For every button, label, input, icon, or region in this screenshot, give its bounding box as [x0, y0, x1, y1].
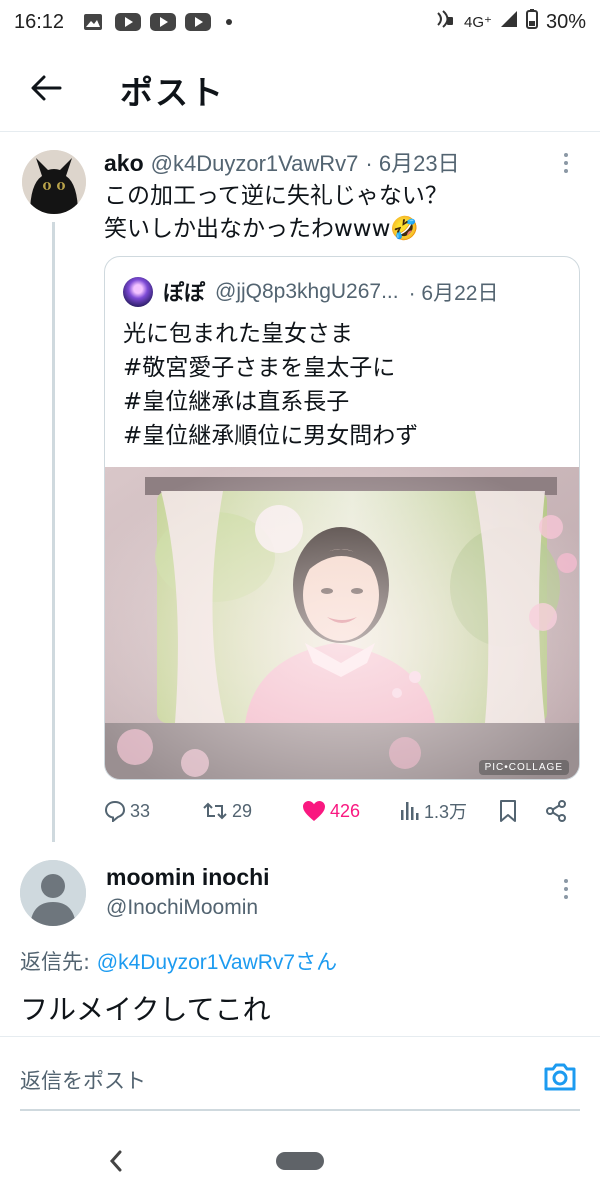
tweet-text: この加工って逆に失礼じゃない？ 笑いしか出なかったわwww🤣: [104, 180, 574, 246]
camera-icon: [544, 1063, 576, 1091]
quoted-text: 光に包まれた皇女さま #敬宮愛子さまを皇太子に #皇位継承は直系長子 #皇位継承…: [123, 317, 563, 453]
app-header: ポスト: [0, 44, 600, 132]
tweet-text-line: 笑いしか出なかったわwww🤣: [104, 216, 420, 242]
reply-compose-bar: 返信をポスト: [0, 1036, 600, 1111]
views-button[interactable]: 1.3万: [400, 794, 467, 828]
notification-dot-icon: [226, 19, 233, 25]
gallery-icon: [80, 12, 106, 32]
reply-count: 33: [130, 800, 151, 821]
like-count: 426: [330, 800, 361, 821]
author-handle[interactable]: @k4Duyzor1VawRv7: [151, 151, 359, 176]
quoted-avatar: [123, 277, 153, 307]
like-button[interactable]: 426: [302, 794, 360, 828]
input-underline: [20, 1109, 580, 1111]
repost-button[interactable]: 29: [202, 794, 252, 828]
avatar[interactable]: [22, 150, 86, 214]
reply-text: フルメイクしてこれ: [20, 993, 271, 1026]
quoted-image[interactable]: PIC•COLLAGE: [105, 467, 579, 779]
bookmark-icon: [500, 800, 516, 822]
quoted-date: · 6月22日: [408, 282, 499, 305]
camera-button[interactable]: [542, 1061, 578, 1095]
repost-count: 29: [232, 800, 253, 821]
reply-author-handle[interactable]: @InochiMoomin: [106, 896, 258, 920]
youtube-icon: [115, 12, 142, 32]
system-back-button[interactable]: [104, 1148, 128, 1174]
quoted-text-line: 光に包まれた皇女さま: [123, 321, 353, 347]
more-dots-icon: [564, 153, 568, 157]
quoted-text-line[interactable]: #皇位継承は直系長子: [123, 385, 563, 419]
arrow-left-icon: [31, 75, 62, 101]
bookmark-button[interactable]: [498, 794, 518, 828]
nfc-icon: [434, 9, 456, 35]
quoted-text-line[interactable]: #皇位継承順位に男女問わず: [123, 419, 563, 453]
youtube-icon: [185, 12, 212, 32]
views-icon: [401, 802, 419, 820]
status-bar: 16:12 4G⁺ 30%: [0, 0, 600, 44]
repost-icon: [203, 802, 227, 820]
share-button[interactable]: [544, 794, 568, 828]
quoted-tweet[interactable]: ぽぽ @jjQ8p3khgU267... · 6月22日 光に包まれた皇女さま …: [104, 256, 580, 780]
views-count: 1.3万: [424, 802, 468, 822]
quoted-header: ぽぽ @jjQ8p3khgU267... · 6月22日: [123, 277, 573, 307]
network-type: 4G⁺: [464, 14, 492, 31]
quoted-text-line[interactable]: #敬宮愛子さまを皇太子に: [123, 351, 563, 385]
share-icon: [546, 800, 566, 822]
heart-filled-icon: [303, 801, 325, 821]
thread-line: [52, 222, 55, 842]
more-options-button[interactable]: [556, 874, 576, 904]
youtube-icon: [150, 12, 177, 32]
tweet-actions: 33 29 426 1.3万: [104, 794, 574, 828]
more-options-button[interactable]: [556, 148, 576, 178]
quoted-author-handle: @jjQ8p3khgU267...: [215, 280, 399, 303]
reply-to-line: 返信先: @k4Duyzor1VawRv7さん: [20, 946, 337, 976]
tweet-date[interactable]: · 6月23日: [365, 151, 459, 176]
quoted-author-name: ぽぽ: [163, 281, 205, 305]
reply-input[interactable]: 返信をポスト: [20, 1065, 146, 1095]
tweet-text-line: この加工って逆に失礼じゃない？: [104, 183, 448, 209]
chevron-left-icon: [109, 1150, 122, 1172]
more-dots-icon: [564, 879, 568, 883]
reply-icon: [104, 800, 126, 822]
author-name[interactable]: ako: [104, 150, 144, 176]
back-button[interactable]: [28, 70, 64, 106]
reply-to-mention[interactable]: @k4Duyzor1VawRv7さん: [97, 951, 337, 974]
signal-icon: [500, 10, 518, 34]
tweet-header: ako @k4Duyzor1VawRv7 · 6月23日: [104, 146, 544, 178]
status-time: 16:12: [14, 10, 65, 33]
image-watermark: PIC•COLLAGE: [478, 760, 569, 775]
avatar[interactable]: [20, 860, 86, 926]
system-nav-bar: [0, 1128, 600, 1200]
reply-to-label: 返信先:: [20, 950, 97, 974]
reply-button[interactable]: 33: [104, 794, 150, 828]
system-home-button[interactable]: [276, 1152, 324, 1170]
reply-author-name[interactable]: moomin inochi: [106, 864, 270, 891]
page-title: ポスト: [120, 73, 225, 112]
battery-icon: [525, 9, 538, 35]
battery-percent: 30%: [545, 10, 586, 33]
